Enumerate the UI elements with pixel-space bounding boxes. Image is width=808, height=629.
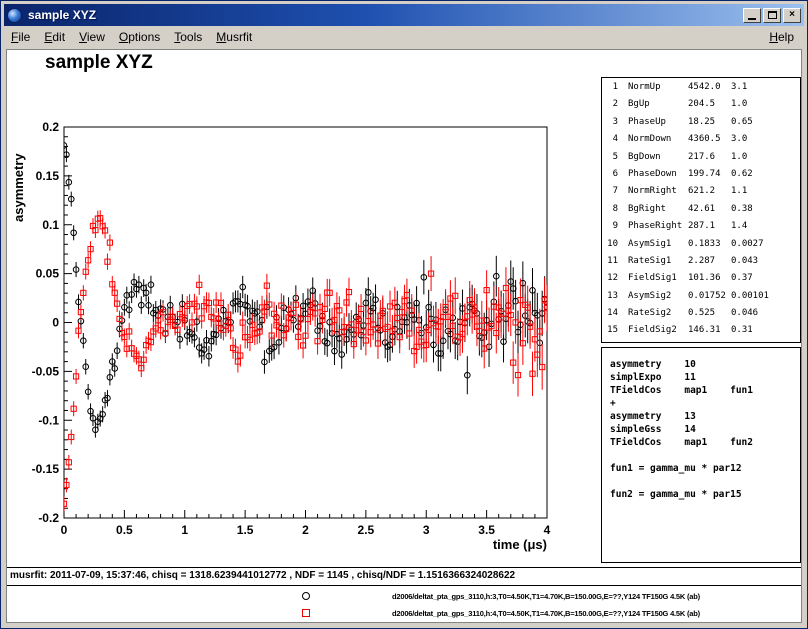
minimize-button[interactable] (743, 8, 761, 23)
parameter-row: 15FieldSig2146.310.31 (605, 325, 800, 342)
svg-text:0.1: 0.1 (42, 218, 59, 232)
parameter-row: 9PhaseRight287.11.4 (605, 221, 800, 238)
close-icon: × (789, 10, 795, 20)
parameter-row: 2BgUp204.51.0 (605, 99, 800, 116)
legend-label: d2006/deltat_pta_gps_3110,h:3,T0=4.50K,T… (392, 592, 700, 601)
parameter-row: 3PhaseUp18.250.65 (605, 117, 800, 134)
minimize-icon (748, 18, 756, 20)
menu-options[interactable]: Options (112, 27, 167, 47)
svg-text:0: 0 (52, 316, 59, 330)
parameter-row: 10AsymSig10.18330.0027 (605, 239, 800, 256)
legend-row: d2006/deltat_pta_gps_3110,h:4,T0=4.50K,T… (7, 605, 801, 621)
svg-text:1: 1 (181, 523, 188, 537)
svg-text:asymmetry: asymmetry (11, 153, 26, 222)
menu-help[interactable]: Help (759, 27, 804, 47)
legend-square-marker-icon (302, 609, 310, 617)
legend-circle-marker-icon (302, 592, 310, 600)
fit-status-line: musrfit: 2011-07-09, 15:37:46, chisq = 1… (10, 570, 515, 581)
menu-view[interactable]: View (72, 27, 112, 47)
svg-text:0.5: 0.5 (116, 523, 133, 537)
title-bar[interactable]: sample XYZ × (4, 4, 804, 26)
parameter-row: 1NormUp4542.03.1 (605, 82, 800, 99)
svg-text:2.5: 2.5 (358, 523, 375, 537)
svg-text:-0.15: -0.15 (32, 462, 60, 476)
svg-text:0.15: 0.15 (36, 169, 60, 183)
svg-text:1.5: 1.5 (237, 523, 254, 537)
menu-file[interactable]: File (4, 27, 37, 47)
parameter-row: 8BgRight42.610.38 (605, 204, 800, 221)
menu-bar: FileEditViewOptionsToolsMusrfit Help (4, 26, 804, 48)
plot-svg[interactable]: 0 0.5 1 1.5 2 2.5 3 3.5 4 0.2 0.15 0.1 0.05 0 -0.05 -0.… (7, 50, 577, 565)
menu-tools[interactable]: Tools (167, 27, 209, 47)
footer-separator-top (7, 567, 801, 568)
svg-text:0.2: 0.2 (42, 120, 59, 134)
root-canvas[interactable]: sample XYZ 00.511.522.533.540.20.150.10.… (6, 49, 802, 623)
app-window: sample XYZ × FileEditViewOptionsToolsMus… (0, 0, 808, 629)
svg-text:4: 4 (544, 523, 551, 537)
svg-text:-0.05: -0.05 (32, 364, 60, 378)
parameter-row: 4NormDown4360.53.0 (605, 134, 800, 151)
parameter-row: 12FieldSig1101.360.37 (605, 273, 800, 290)
parameter-row: 14RateSig20.5250.046 (605, 308, 800, 325)
svg-text:3: 3 (423, 523, 430, 537)
parameter-row: 5BgDown217.61.0 (605, 152, 800, 169)
footer-separator-bottom (7, 585, 801, 586)
svg-text:3.5: 3.5 (478, 523, 495, 537)
svg-text:-0.2: -0.2 (38, 511, 59, 525)
svg-text:0.05: 0.05 (36, 267, 60, 281)
svg-text:2: 2 (302, 523, 309, 537)
parameter-pane[interactable]: 1NormUp4542.03.12BgUp204.51.03PhaseUp18.… (601, 77, 801, 343)
svg-text:0: 0 (61, 523, 68, 537)
menu-musrfit[interactable]: Musrfit (209, 27, 259, 47)
svg-text:-0.1: -0.1 (38, 413, 59, 427)
svg-text:time (μs): time (μs) (493, 537, 547, 552)
legend-row: d2006/deltat_pta_gps_3110,h:3,T0=4.50K,T… (7, 588, 801, 604)
app-icon[interactable] (7, 8, 22, 23)
parameter-row: 13AsymSig20.017520.00101 (605, 291, 800, 308)
parameter-row: 11RateSig12.2870.043 (605, 256, 800, 273)
close-button[interactable]: × (783, 8, 801, 23)
theory-text: asymmetry 10 simplExpo 11 TFieldCos map1… (602, 348, 800, 501)
legend-label: d2006/deltat_pta_gps_3110,h:4,T0=4.50K,T… (392, 609, 700, 618)
parameter-row: 6PhaseDown199.740.62 (605, 169, 800, 186)
parameter-row: 7NormRight621.21.1 (605, 186, 800, 203)
theory-pane[interactable]: asymmetry 10 simplExpo 11 TFieldCos map1… (601, 347, 801, 563)
maximize-icon (768, 11, 777, 19)
menu-edit[interactable]: Edit (37, 27, 72, 47)
maximize-button[interactable] (763, 8, 781, 23)
parameter-list: 1NormUp4542.03.12BgUp204.51.03PhaseUp18.… (605, 82, 800, 343)
window-title: sample XYZ (28, 8, 741, 22)
